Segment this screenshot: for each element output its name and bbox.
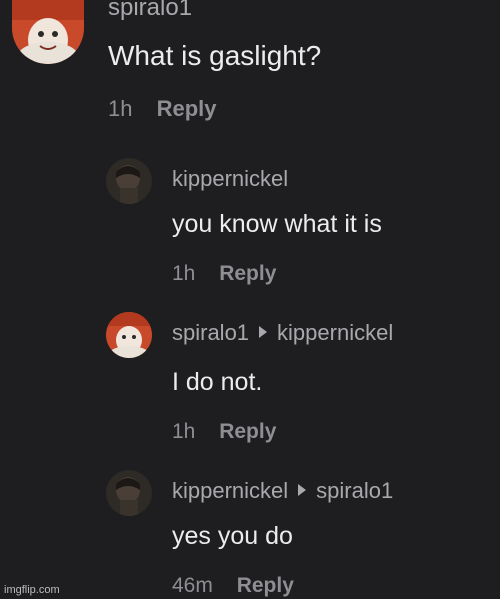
comment-meta: 1h Reply	[172, 420, 276, 444]
spiralo1-avatar-image	[106, 312, 152, 358]
comment-meta: 1h Reply	[172, 262, 276, 286]
username[interactable]: kippernickel	[172, 166, 288, 192]
reply-to-username[interactable]: spiralo1	[316, 478, 393, 503]
username[interactable]: spiralo1	[108, 0, 192, 22]
comment-text: I do not.	[172, 368, 263, 396]
comment-text: you know what it is	[172, 210, 382, 238]
timestamp: 1h	[172, 262, 196, 285]
timestamp: 1h	[108, 96, 133, 121]
username[interactable]: kippernickel	[172, 478, 288, 503]
comment-thread: spiralo1 What is gaslight? 1h Reply kipp…	[0, 0, 500, 599]
avatar[interactable]	[106, 158, 152, 204]
timestamp: 1h	[172, 420, 196, 443]
triangle-right-icon	[259, 326, 268, 339]
triangle-right-icon	[298, 484, 307, 497]
avatar[interactable]	[106, 470, 152, 516]
username-line: spiralo1 kippernickel	[172, 320, 393, 346]
username[interactable]: spiralo1	[172, 320, 249, 345]
avatar[interactable]	[12, 0, 84, 64]
comment-text: yes you do	[172, 522, 293, 550]
spiralo1-avatar-image	[12, 0, 84, 64]
reply-to-username[interactable]: kippernickel	[277, 320, 393, 345]
avatar[interactable]	[106, 312, 152, 358]
reply-button[interactable]: Reply	[219, 420, 276, 443]
reply-button[interactable]: Reply	[157, 96, 217, 121]
timestamp: 46m	[172, 574, 213, 597]
username-line: kippernickel spiralo1	[172, 478, 393, 504]
reply-button[interactable]: Reply	[237, 574, 294, 597]
kippernickel-avatar-image	[106, 158, 152, 204]
comment-text: What is gaslight?	[108, 40, 322, 71]
reply-button[interactable]: Reply	[219, 262, 276, 285]
watermark: imgflip.com	[4, 584, 60, 596]
kippernickel-avatar-image	[106, 470, 152, 516]
comment-meta: 46m Reply	[172, 574, 294, 598]
comment-meta: 1h Reply	[108, 96, 217, 122]
